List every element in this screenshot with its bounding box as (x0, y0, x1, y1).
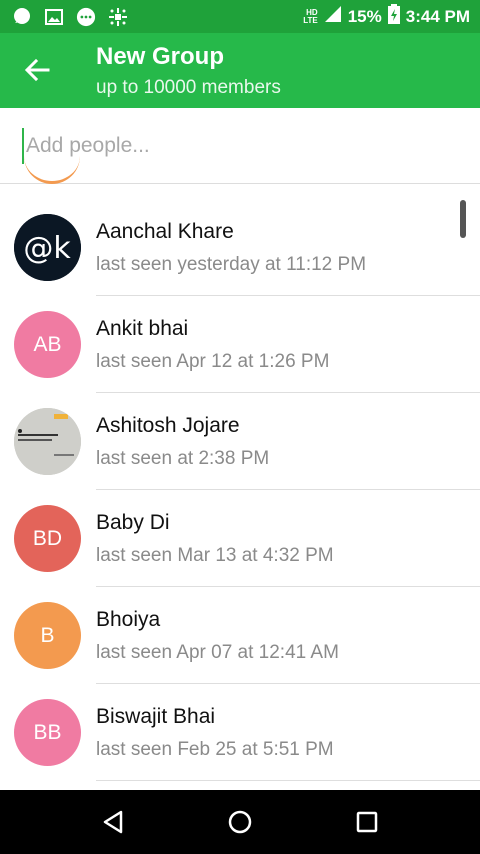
avatar: B (14, 602, 81, 669)
nav-home-button[interactable] (215, 797, 265, 847)
contact-row[interactable]: BB Biswajit Bhai last seen Feb 25 at 5:5… (0, 684, 480, 781)
contact-name: Ashitosh Jojare (96, 414, 240, 437)
avatar-initials: BB (33, 720, 62, 744)
last-seen: last seen Apr 07 at 12:41 AM (96, 642, 339, 663)
contact-name: Aanchal Khare (96, 220, 234, 243)
app-bar: New Group up to 10000 members (0, 33, 480, 108)
contact-name: Bhoiya (96, 608, 161, 631)
contact-list: @k Aanchal Khare last seen yesterday at … (0, 199, 480, 781)
add-people-input[interactable] (22, 128, 452, 164)
message-icon (76, 7, 96, 27)
battery-icon (387, 4, 400, 29)
avatar: @k (14, 214, 81, 281)
scrollbar[interactable] (460, 200, 466, 238)
avatar (14, 408, 81, 475)
avatar-initials: BD (32, 526, 63, 550)
arrow-left-icon (24, 58, 50, 82)
contact-name: Ankit bhai (96, 317, 189, 340)
divider (96, 780, 480, 781)
contact-row[interactable]: B Bhoiya last seen Apr 07 at 12:41 AM (0, 587, 480, 684)
last-seen: last seen Apr 12 at 1:26 PM (96, 351, 330, 372)
nav-recents-button[interactable] (342, 797, 392, 847)
contact-row[interactable]: AB Ankit bhai last seen Apr 12 at 1:26 P… (0, 296, 480, 393)
page-title: New Group (96, 43, 225, 70)
last-seen: last seen Feb 25 at 5:51 PM (96, 739, 334, 760)
signal-icon (324, 5, 342, 28)
status-bar: HD LTE 15% 3:44 PM (0, 0, 480, 33)
triangle-back-icon (104, 810, 123, 834)
clock: 3:44 PM (405, 6, 470, 26)
last-seen: last seen at 2:38 PM (96, 448, 270, 469)
network-label: LTE (303, 15, 318, 25)
avatar: AB (14, 311, 81, 378)
square-recents-icon (356, 811, 377, 833)
contact-name: Baby Di (96, 511, 170, 534)
contact-name: Biswajit Bhai (96, 705, 216, 728)
avatar-initials: B (40, 623, 55, 647)
navigation-bar (0, 790, 480, 854)
avatar: BD (14, 505, 81, 572)
network-indicator: HD LTE (303, 8, 318, 25)
system-indicators: HD LTE 15% 3:44 PM (303, 4, 470, 29)
last-seen: last seen yesterday at 11:12 PM (96, 254, 367, 275)
contact-row[interactable]: Ashitosh Jojare last seen at 2:38 PM (0, 393, 480, 490)
battery-percent: 15% (347, 6, 382, 26)
back-button[interactable] (14, 47, 60, 93)
sparkle-icon (108, 7, 128, 27)
last-seen: last seen Mar 13 at 4:32 PM (96, 545, 334, 566)
avatar: BB (14, 699, 81, 766)
notification-icons (12, 7, 128, 27)
circle-home-icon (228, 810, 252, 834)
contact-row[interactable]: BD Baby Di last seen Mar 13 at 4:32 PM (0, 490, 480, 587)
avatar-initials: AB (33, 332, 62, 356)
contact-row[interactable]: @k Aanchal Khare last seen yesterday at … (0, 199, 480, 296)
image-icon (44, 7, 64, 27)
avatar-initials: @k (23, 231, 71, 266)
nav-back-button[interactable] (88, 797, 138, 847)
page-subtitle: up to 10000 members (96, 77, 281, 98)
chat-bubble-icon (12, 7, 32, 27)
